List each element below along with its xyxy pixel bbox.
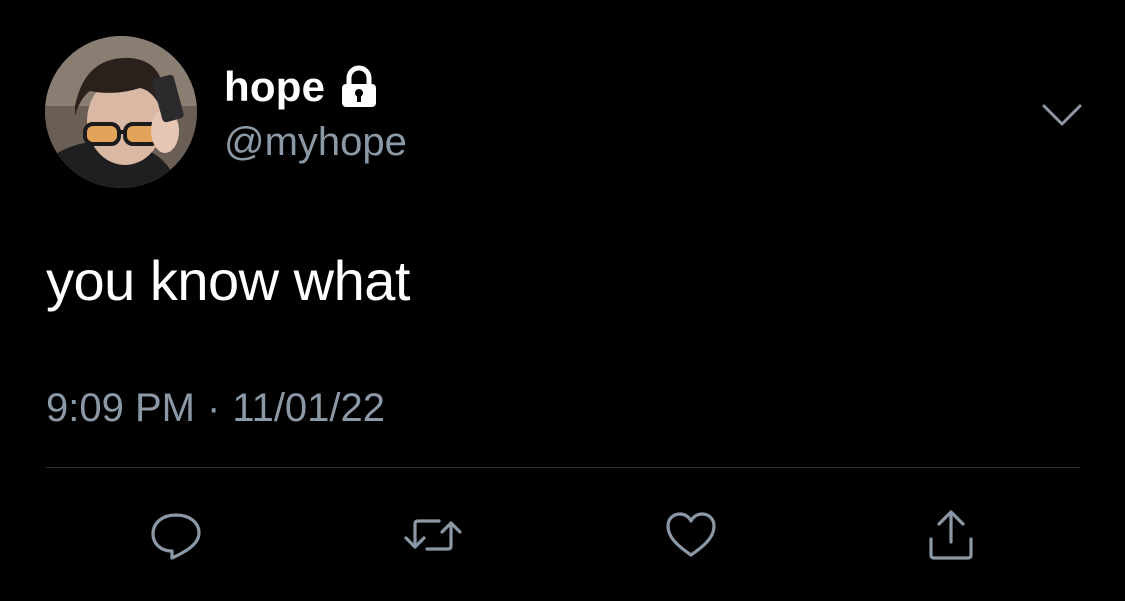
action-bar [0,500,1125,570]
tweet-text: you know what [46,249,410,312]
profile-photo-icon [45,36,197,188]
share-icon [929,510,973,560]
display-name[interactable]: hope [224,62,325,112]
retweet-button[interactable] [398,500,468,570]
tweet-timestamp: 9:09 PM · 11/01/22 [46,384,385,432]
retweet-icon [404,519,462,551]
chevron-down-icon[interactable] [1040,100,1084,130]
author-handle[interactable]: @myhope [224,118,407,166]
share-button[interactable] [916,500,986,570]
like-button[interactable] [656,500,726,570]
tweet-time: 9:09 PM [46,386,195,430]
author-name-row: hope [224,62,379,112]
reply-icon [151,513,201,560]
tweet-date: 11/01/22 [232,386,386,430]
reply-button[interactable] [141,500,211,570]
timestamp-separator: · [206,386,221,430]
like-icon [666,512,716,557]
avatar[interactable] [45,36,197,188]
divider [46,467,1080,468]
lock-icon [339,65,379,109]
tweet-card: hope @myhope you know what 9:09 PM · 11/… [0,0,1125,601]
